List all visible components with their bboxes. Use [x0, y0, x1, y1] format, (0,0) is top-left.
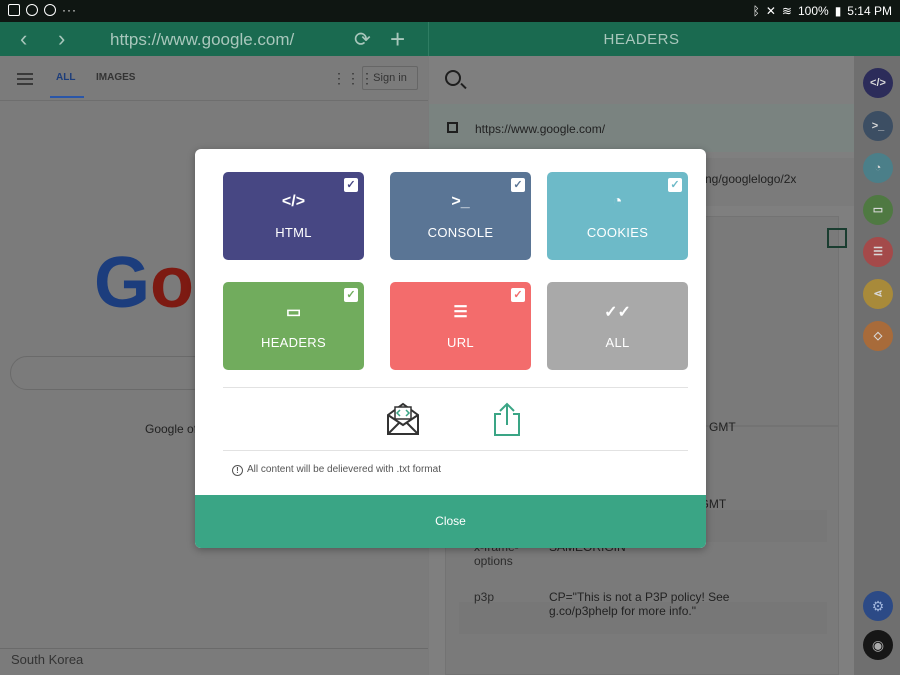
list-icon: ☰	[453, 304, 468, 321]
tool-rail: </> >_ ◔ ▭ ☰ ⋖ ◇ ⚙ ◉	[854, 56, 900, 675]
tile-label: COOKIES	[586, 225, 649, 240]
info-icon: !	[232, 465, 243, 476]
header-key: p3p	[474, 590, 495, 604]
window-icon: ▭	[872, 204, 884, 216]
html-rail-button[interactable]: </>	[863, 68, 893, 98]
sign-in-button[interactable]: Sign in	[362, 66, 418, 90]
share-rail-button[interactable]: ⋖	[863, 279, 893, 309]
tab-all-underline	[50, 96, 84, 98]
code-icon: </>	[870, 77, 886, 89]
headers-rail-button[interactable]: ▭	[863, 195, 893, 225]
erase-rail-button[interactable]: ◇	[863, 321, 893, 351]
app-toolbar: ‹ › https://www.google.com/ ⟳ + HEADERS	[0, 22, 900, 56]
save-icon[interactable]	[447, 122, 458, 133]
image-url: ng/googlelogo/2x	[705, 172, 797, 186]
checkbox-checked-icon[interactable]: ✓	[511, 178, 525, 192]
tab-all[interactable]: ALL	[56, 72, 75, 83]
terminal-icon: >_	[451, 193, 470, 210]
forward-arrow-icon[interactable]: ›	[58, 26, 65, 52]
url-rail-button[interactable]: ☰	[863, 237, 893, 267]
gear-icon: ⚙	[871, 598, 885, 614]
export-tile-url[interactable]: ☰ URL ✓	[390, 282, 531, 370]
export-tile-headers[interactable]: ▭ HEADERS ✓	[223, 282, 364, 370]
tab-divider	[0, 100, 428, 101]
back-arrow-icon[interactable]: ‹	[20, 26, 27, 52]
google-logo: Go	[94, 243, 194, 323]
clock: 5:14 PM	[847, 4, 892, 18]
window-icon: ▭	[285, 304, 302, 321]
list-icon: ☰	[873, 246, 883, 258]
tab-images[interactable]: IMAGES	[96, 72, 135, 83]
offered-in-text: Google of	[145, 422, 198, 436]
export-tile-console[interactable]: >_ CONSOLE ✓	[390, 172, 531, 260]
double-check-icon: ✓✓	[604, 304, 631, 321]
checkbox-checked-icon[interactable]: ✓	[511, 288, 525, 302]
export-dialog: </> HTML ✓ >_ CONSOLE ✓ ◔ COOKIES ✓ ▭ HEADERS ✓ ☰ URL…	[195, 149, 706, 548]
terminal-icon: >_	[871, 120, 885, 132]
status-bar: ··· ᛒ ✕ ≋ 100% ▮ 5:14 PM	[0, 0, 900, 22]
tile-label: HTML	[275, 225, 312, 240]
share-icon: ⋖	[873, 288, 883, 300]
inspector-url: https://www.google.com/	[475, 122, 606, 136]
email-export-icon[interactable]	[385, 401, 421, 437]
tile-label: URL	[447, 335, 474, 350]
checkbox-checked-icon[interactable]: ✓	[344, 288, 358, 302]
url-bar[interactable]: https://www.google.com/	[110, 30, 294, 50]
mute-icon: ✕	[765, 4, 776, 18]
cookies-rail-button[interactable]: ◔	[863, 153, 893, 183]
header-value: CP="This is not a P3P policy! See g.co/p…	[549, 590, 730, 618]
share-export-icon[interactable]	[491, 401, 523, 437]
notification-icon-2	[44, 4, 56, 16]
wifi-icon: ≋	[781, 4, 792, 18]
search-icon[interactable]	[445, 70, 461, 86]
search-box[interactable]	[10, 356, 210, 390]
more-notifications-icon: ···	[62, 3, 77, 17]
cookie-icon: ◔	[612, 193, 623, 210]
footer-country: South Korea	[11, 652, 84, 667]
app-logo-icon: ◉	[871, 637, 885, 653]
refresh-icon[interactable]: ⟳	[354, 27, 371, 52]
gallery-icon	[8, 4, 20, 16]
dialog-divider	[223, 387, 688, 388]
expand-icon[interactable]	[827, 228, 847, 248]
console-rail-button[interactable]: >_	[863, 111, 893, 141]
checkbox-checked-icon[interactable]: ✓	[668, 178, 682, 192]
export-tile-all[interactable]: ✓✓ ALL	[547, 282, 688, 370]
format-note: All content will be delievered with .txt…	[247, 464, 441, 475]
checkbox-checked-icon[interactable]: ✓	[344, 178, 358, 192]
dialog-divider	[223, 450, 688, 451]
app-menu-button[interactable]: ◉	[863, 630, 893, 660]
bluetooth-icon: ᛒ	[752, 4, 760, 18]
cookie-icon: ◔	[874, 162, 882, 174]
export-tile-html[interactable]: </> HTML ✓	[223, 172, 364, 260]
menu-icon[interactable]	[17, 73, 33, 85]
tile-label: HEADERS	[261, 335, 326, 350]
status-icons-right: ᛒ ✕ ≋ 100% ▮ 5:14 PM	[753, 4, 892, 18]
panel-title: HEADERS	[603, 31, 680, 48]
settings-button[interactable]: ⚙	[863, 591, 893, 621]
notification-icon	[26, 4, 38, 16]
code-icon: </>	[281, 193, 306, 210]
new-tab-icon[interactable]: +	[390, 24, 405, 55]
tile-label: CONSOLE	[427, 225, 494, 240]
eraser-icon: ◇	[873, 330, 883, 342]
export-tile-cookies[interactable]: ◔ COOKIES ✓	[547, 172, 688, 260]
tile-label: ALL	[605, 335, 630, 350]
battery-icon: ▮	[834, 4, 842, 18]
battery-level: 100%	[797, 4, 829, 18]
close-button[interactable]: Close	[195, 495, 706, 548]
status-icons-left: ···	[8, 4, 77, 16]
